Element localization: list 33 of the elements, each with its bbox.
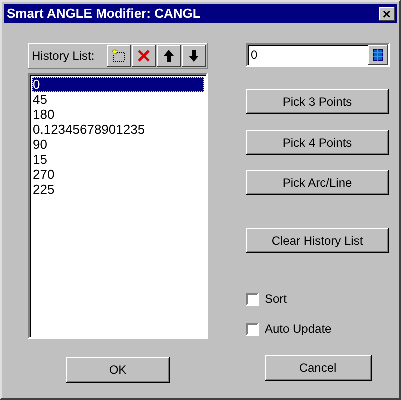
checkbox-label: Sort [265,292,288,306]
grid-icon [373,49,383,61]
cancel-button[interactable]: Cancel [264,355,372,381]
checkbox[interactable] [246,292,259,306]
checkbox-label: Auto Update [265,322,332,336]
checkbox[interactable] [246,322,259,336]
angle-input[interactable]: 0 [248,45,368,65]
calculator-button[interactable] [368,45,388,65]
action-button[interactable]: Pick 3 Points [246,89,389,114]
list-item[interactable]: 0.12345678901235 [32,122,204,137]
arrow-down-icon [188,49,200,63]
action-button[interactable]: Clear History List [246,228,389,253]
list-item[interactable]: 0 [32,77,204,92]
action-button[interactable]: Pick Arc/Line [246,170,389,195]
window-title: Smart ANGLE Modifier: CANGL [7,6,201,21]
ok-button[interactable]: OK [66,357,170,383]
list-item[interactable]: 180 [32,107,204,122]
history-label: History List: [32,49,96,63]
delete-icon [137,49,151,63]
list-item[interactable]: 90 [32,137,204,152]
angle-field[interactable]: 0 [246,43,390,67]
list-item[interactable]: 270 [32,167,204,182]
move-up-button[interactable] [157,45,181,67]
new-item-icon [111,49,127,63]
action-button[interactable]: Pick 4 Points [246,130,389,155]
new-button[interactable] [107,45,131,67]
list-item[interactable]: 45 [32,92,204,107]
move-down-button[interactable] [182,45,206,67]
close-button[interactable]: × [379,6,395,20]
list-item[interactable]: 15 [32,152,204,167]
delete-button[interactable] [132,45,156,67]
arrow-up-icon [163,49,175,63]
list-item[interactable]: 225 [32,182,204,197]
